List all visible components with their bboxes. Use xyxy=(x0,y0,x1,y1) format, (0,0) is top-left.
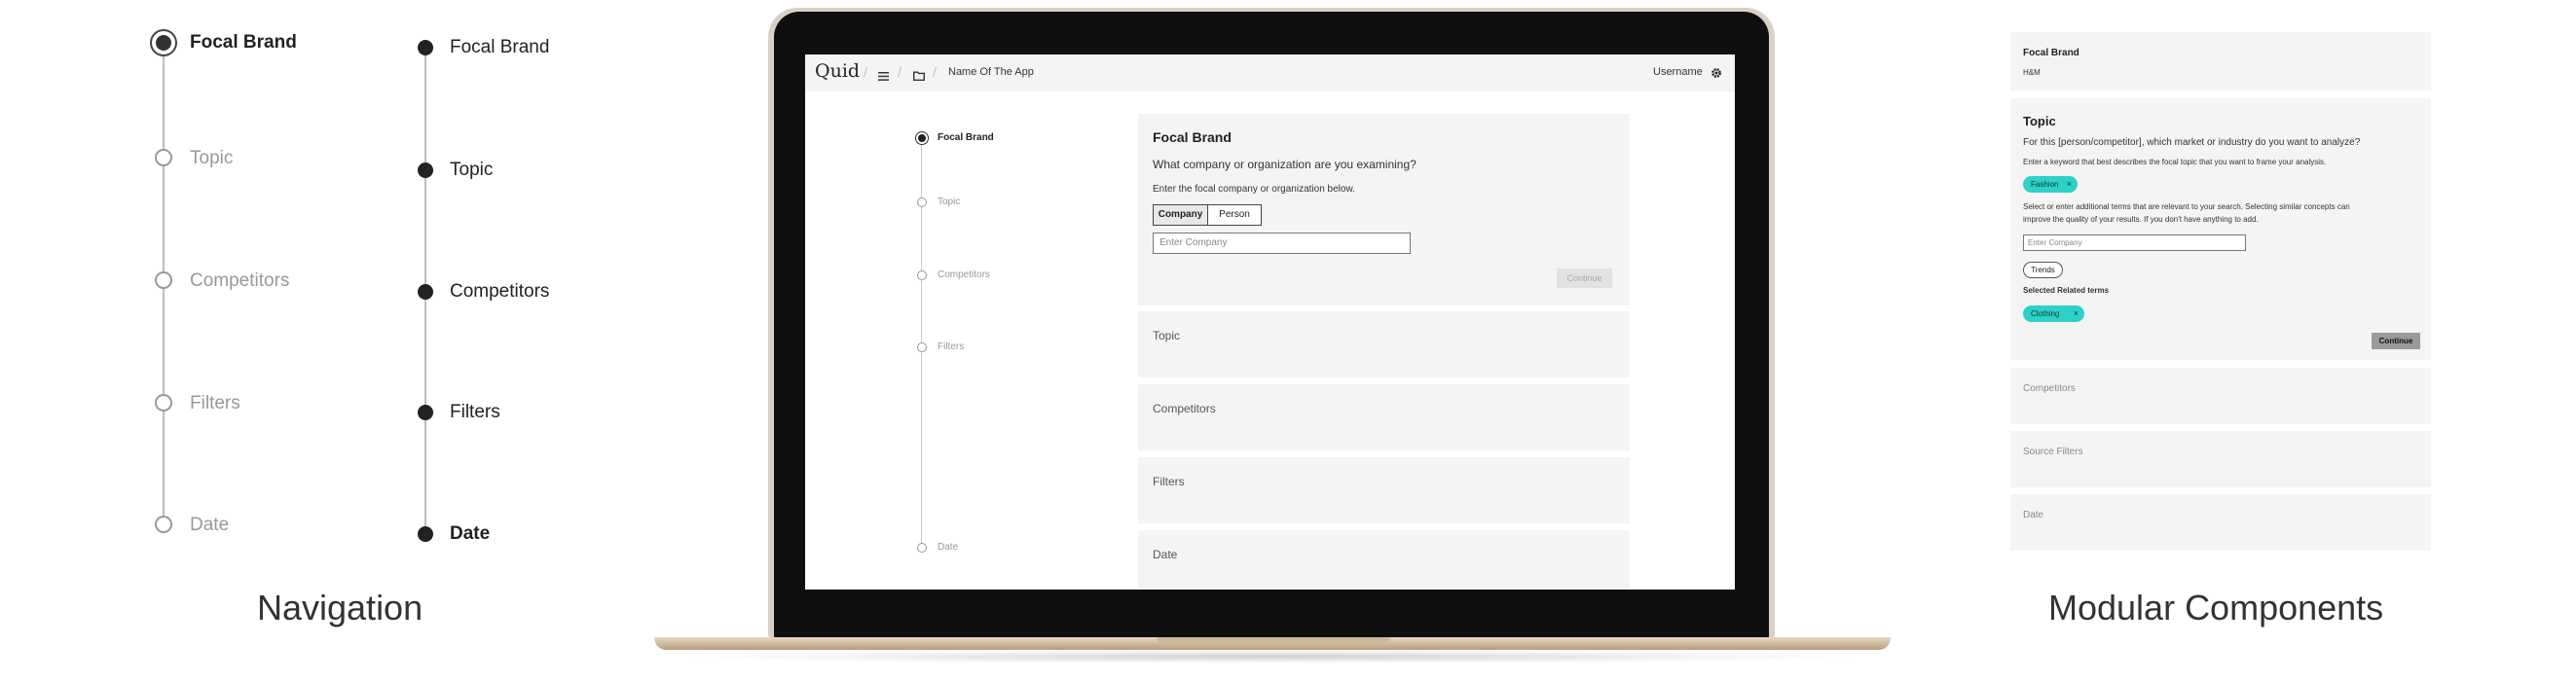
company-input[interactable]: Enter Company xyxy=(1153,233,1411,254)
date-card-title: Date xyxy=(1153,548,1178,561)
module-topic-instruction: Enter a keyword that best describes the … xyxy=(2023,158,2327,166)
selected-chip-clothing[interactable]: Clothing × xyxy=(2023,305,2084,322)
username-label[interactable]: Username xyxy=(1653,66,1703,78)
nav-light-dot-competitors[interactable] xyxy=(155,271,172,289)
nav-light-dot-active-inner xyxy=(156,35,171,51)
quid-logo[interactable]: Quid xyxy=(815,60,860,82)
date-card[interactable]: Date xyxy=(1138,530,1630,590)
module-source-filters[interactable]: Source Filters xyxy=(2010,431,2431,487)
breadcrumb-separator: / xyxy=(864,64,867,80)
nav-dark-dot-focal-brand[interactable] xyxy=(418,40,433,55)
nav-dark-step-filters[interactable]: Filters xyxy=(450,403,500,421)
suggestion-pill-trends[interactable]: Trends xyxy=(2023,262,2063,278)
app-step-dot-date[interactable] xyxy=(917,543,927,553)
focal-card-question: What company or organization are you exa… xyxy=(1153,158,1417,171)
module-date[interactable]: Date xyxy=(2010,494,2431,551)
app-step-dot-competitors[interactable] xyxy=(917,270,927,280)
module-focal-value: H&M xyxy=(2023,68,2041,77)
laptop-screen: Quid / / / Name Of The App Username Foca… xyxy=(805,54,1735,590)
nav-dark-dot-date[interactable] xyxy=(418,526,433,542)
nav-dark-step-competitors[interactable]: Competitors xyxy=(450,282,549,301)
module-topic-related-1: Select or enter additional terms that ar… xyxy=(2023,202,2350,211)
nav-dark-step-focal-brand[interactable]: Focal Brand xyxy=(450,38,549,56)
nav-dark-dot-filters[interactable] xyxy=(418,405,433,420)
related-terms-input[interactable]: Enter Company xyxy=(2023,234,2246,251)
competitors-card-title: Competitors xyxy=(1153,402,1216,415)
nav-dark-step-topic[interactable]: Topic xyxy=(450,161,493,179)
filters-card-title: Filters xyxy=(1153,475,1185,488)
app-header: Quid / / / Name Of The App Username xyxy=(805,54,1735,91)
nav-light-step-topic[interactable]: Topic xyxy=(190,149,233,167)
nav-light-dot-date[interactable] xyxy=(155,516,172,533)
folder-icon[interactable] xyxy=(913,68,925,81)
module-topic-selected-heading: Selected Related terms xyxy=(2023,286,2110,295)
topic-card[interactable]: Topic xyxy=(1138,311,1630,377)
nav-light-step-competitors[interactable]: Competitors xyxy=(190,271,289,290)
close-icon[interactable]: × xyxy=(2074,305,2079,322)
nav-light-dot-filters[interactable] xyxy=(155,394,172,412)
laptop-notch xyxy=(1157,637,1390,644)
nav-dark-dot-topic[interactable] xyxy=(418,162,433,178)
navigation-title: Navigation xyxy=(257,588,423,627)
nav-light-step-filters[interactable]: Filters xyxy=(190,394,240,412)
app-step-focal-brand[interactable]: Focal Brand xyxy=(938,132,994,143)
breadcrumb-separator: / xyxy=(933,64,937,80)
toggle-person[interactable]: Person xyxy=(1207,204,1262,226)
app-step-date[interactable]: Date xyxy=(938,542,958,553)
focal-brand-card: Focal Brand What company or organization… xyxy=(1138,114,1630,305)
nav-dark-dot-competitors[interactable] xyxy=(418,284,433,300)
filters-card[interactable]: Filters xyxy=(1138,457,1630,523)
focal-card-instruction: Enter the focal company or organization … xyxy=(1153,184,1355,195)
module-focal-brand[interactable]: Focal Brand H&M xyxy=(2010,32,2431,90)
selected-chip-label: Clothing xyxy=(2031,309,2060,318)
module-competitors[interactable]: Competitors xyxy=(2010,368,2431,424)
app-step-competitors[interactable]: Competitors xyxy=(938,269,990,280)
hamburger-menu-icon[interactable] xyxy=(878,68,889,81)
modular-components-title: Modular Components xyxy=(2048,588,2384,627)
continue-button[interactable]: Continue xyxy=(1557,269,1612,288)
app-step-dot-focal-brand-inner xyxy=(918,134,926,142)
app-step-dot-topic[interactable] xyxy=(917,197,927,207)
laptop-shadow xyxy=(681,650,1863,663)
breadcrumb-separator: / xyxy=(898,64,902,80)
keyword-chip-label: Fashion xyxy=(2031,180,2059,189)
gear-icon[interactable] xyxy=(1711,66,1722,78)
app-step-topic[interactable]: Topic xyxy=(938,197,960,207)
nav-light-dot-topic[interactable] xyxy=(155,149,172,166)
topic-card-title: Topic xyxy=(1153,329,1181,342)
module-topic-question: For this [person/competitor], which mark… xyxy=(2023,137,2361,148)
keyword-chip-fashion[interactable]: Fashion × xyxy=(2023,176,2078,193)
module-continue-button[interactable]: Continue xyxy=(2372,333,2420,349)
breadcrumb-app-name[interactable]: Name Of The App xyxy=(948,66,1034,78)
module-date-title: Date xyxy=(2023,510,2044,520)
nav-light-step-focal-brand[interactable]: Focal Brand xyxy=(190,33,297,52)
app-step-filters[interactable]: Filters xyxy=(938,341,964,352)
competitors-card[interactable]: Competitors xyxy=(1138,384,1630,450)
nav-dark-step-date[interactable]: Date xyxy=(450,524,490,543)
module-source-filters-title: Source Filters xyxy=(2023,447,2083,457)
close-icon[interactable]: × xyxy=(2067,176,2072,193)
focal-card-title: Focal Brand xyxy=(1153,129,1232,145)
module-topic-title: Topic xyxy=(2023,114,2056,128)
nav-light-step-date[interactable]: Date xyxy=(190,516,229,534)
app-step-dot-filters[interactable] xyxy=(917,342,927,352)
toggle-company[interactable]: Company xyxy=(1153,204,1208,226)
module-topic-related-2: improve the quality of your results. If … xyxy=(2023,215,2259,224)
module-topic: Topic For this [person/competitor], whic… xyxy=(2010,98,2431,360)
module-competitors-title: Competitors xyxy=(2023,383,2076,394)
module-focal-title: Focal Brand xyxy=(2023,48,2079,58)
